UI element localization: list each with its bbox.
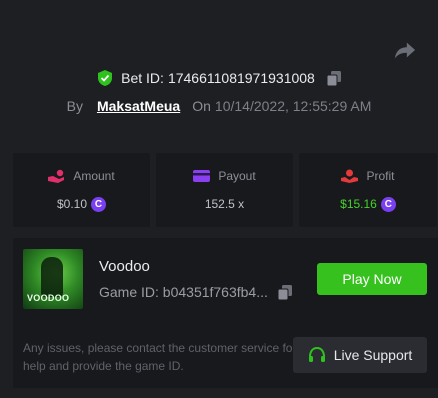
coin-icon: C [91, 196, 107, 212]
game-id-row: Game ID: b04351f763fb4... [99, 284, 292, 300]
hand-coin-icon [48, 169, 65, 183]
copy-icon[interactable] [277, 284, 292, 300]
coin-icon: C [380, 196, 396, 212]
profit-label: Profit [366, 168, 395, 183]
copy-icon[interactable] [326, 70, 341, 86]
amount-label: Amount [73, 168, 115, 183]
bet-id-row: Bet ID: 1746611081971931008 [0, 70, 438, 86]
bet-date: 10/14/2022, 12:55:29 AM [214, 98, 372, 114]
bet-id-value: 1746611081971931008 [167, 70, 315, 86]
shield-check-icon [98, 70, 113, 86]
profit-hand-icon [341, 169, 359, 183]
game-thumbnail-figure [41, 257, 63, 297]
bet-stats: Amount $0.10 C Payout 152.5 x Profit $15… [13, 153, 438, 227]
bet-id-label: Bet ID: [121, 70, 164, 86]
game-thumbnail-label: VOODOO [27, 293, 70, 303]
game-thumbnail[interactable]: VOODOO [23, 249, 83, 309]
headset-icon [308, 346, 325, 362]
share-icon[interactable] [394, 40, 416, 60]
payout-label: Payout [218, 169, 256, 183]
by-label: By [66, 98, 83, 114]
payout-card: Payout 152.5 x [156, 153, 293, 227]
support-notice: Any issues, please contact the customer … [23, 341, 297, 373]
on-label: On [192, 98, 211, 114]
payout-value: 152.5 x [204, 197, 245, 211]
game-name: Voodoo [99, 258, 150, 275]
live-support-label: Live Support [333, 347, 413, 363]
bet-author-row: By MaksatMeua On 10/14/2022, 12:55:29 AM [0, 98, 438, 114]
amount-card: Amount $0.10 C [13, 153, 150, 227]
game-id: Game ID: b04351f763fb4... [99, 284, 268, 300]
profit-value: $15.16 [340, 197, 377, 211]
username-link[interactable]: MaksatMeua [97, 98, 180, 114]
profit-card: Profit $15.16 C [299, 153, 437, 227]
play-now-button[interactable]: Play Now [317, 263, 427, 295]
live-support-button[interactable]: Live Support [293, 337, 427, 373]
amount-value: $0.10 [56, 197, 88, 211]
card-icon [193, 170, 211, 182]
game-card: VOODOO Voodoo Game ID: b04351f763fb4... … [13, 238, 438, 388]
